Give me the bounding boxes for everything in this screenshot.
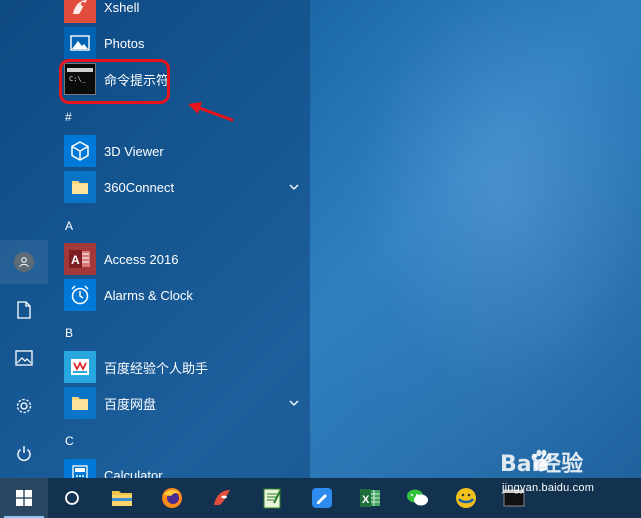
app-baidu-helper[interactable]: 百度经验个人助手: [64, 349, 304, 385]
baidu-helper-icon: [64, 351, 96, 383]
taskbar-file-explorer[interactable]: [98, 478, 146, 518]
firefox-icon: [162, 488, 182, 508]
user-account-button[interactable]: [0, 240, 48, 284]
settings-button[interactable]: [0, 384, 48, 428]
svg-text:A: A: [71, 253, 80, 267]
app-access-2016[interactable]: A Access 2016: [64, 241, 304, 277]
app-3d-viewer[interactable]: 3D Viewer: [64, 133, 304, 169]
chevron-down-icon[interactable]: [288, 398, 300, 408]
wechat-icon: [407, 489, 428, 506]
app-xshell[interactable]: Xshell: [64, 0, 304, 25]
taskbar-firefox[interactable]: [148, 478, 196, 518]
annotation-highlight-box: [59, 59, 170, 104]
annotation-arrow-icon: [188, 102, 234, 122]
start-button[interactable]: [0, 478, 48, 518]
gear-icon: [16, 398, 32, 414]
xshell-icon: [214, 490, 230, 505]
pictures-button[interactable]: [0, 336, 48, 380]
taskbar-excel[interactable]: X: [346, 478, 394, 518]
taskbar-editor[interactable]: [298, 478, 346, 518]
app-alarms-clock[interactable]: Alarms & Clock: [64, 277, 304, 313]
app-label: 百度经验个人助手: [104, 360, 209, 376]
taskbar-notepad[interactable]: [248, 478, 296, 518]
app-label: 3D Viewer: [104, 143, 164, 159]
search-button[interactable]: [48, 478, 96, 518]
baidu-jingyan-watermark: Bai经验 jingyan.baidu.com: [500, 446, 640, 502]
app-photos[interactable]: Photos: [64, 25, 304, 61]
alarm-clock-icon: [64, 279, 96, 311]
power-icon: [17, 446, 31, 461]
app-label: Access 2016: [104, 251, 179, 267]
app-label: 360Connect: [104, 179, 175, 195]
photos-icon: [64, 27, 96, 59]
app-label: Photos: [104, 35, 145, 51]
chevron-down-icon[interactable]: [288, 182, 300, 192]
section-letter-a[interactable]: A: [65, 219, 73, 233]
app-label: Xshell: [104, 0, 140, 15]
app-baidu-pan[interactable]: 百度网盘: [64, 385, 304, 421]
documents-button[interactable]: [0, 288, 48, 332]
folder-icon: [64, 171, 96, 203]
taskbar-mascot-app[interactable]: [442, 478, 490, 518]
document-icon: [17, 301, 31, 319]
power-button[interactable]: [0, 432, 48, 476]
watermark-brand: Bai经验: [500, 452, 584, 477]
file-explorer-icon: [112, 491, 132, 506]
watermark-url: jingyan.baidu.com: [502, 482, 595, 494]
taskbar-xshell[interactable]: [198, 478, 246, 518]
mascot-app-icon: [456, 488, 476, 508]
xshell-icon: [64, 0, 96, 23]
windows-logo-icon: [16, 490, 32, 506]
picture-icon: [15, 350, 33, 366]
app-label: 百度网盘: [104, 396, 157, 412]
start-rail: [0, 0, 48, 478]
app-label: Alarms & Clock: [104, 287, 193, 303]
pen-editor-icon: [312, 488, 332, 508]
3d-viewer-icon: [64, 135, 96, 167]
cortana-circle-icon: [65, 491, 79, 505]
section-letter-c[interactable]: C: [65, 434, 74, 448]
access-icon: A: [64, 243, 96, 275]
user-avatar-icon: [14, 252, 34, 272]
app-360connect[interactable]: 360Connect: [64, 169, 304, 205]
folder-icon: [64, 387, 96, 419]
section-letter-hash[interactable]: #: [65, 110, 72, 124]
desktop-background: [300, 0, 641, 478]
svg-text:X: X: [362, 494, 370, 506]
taskbar-wechat[interactable]: [394, 478, 442, 518]
excel-icon: X: [360, 489, 380, 507]
section-letter-b[interactable]: B: [65, 326, 73, 340]
notepad-icon: [263, 488, 281, 509]
